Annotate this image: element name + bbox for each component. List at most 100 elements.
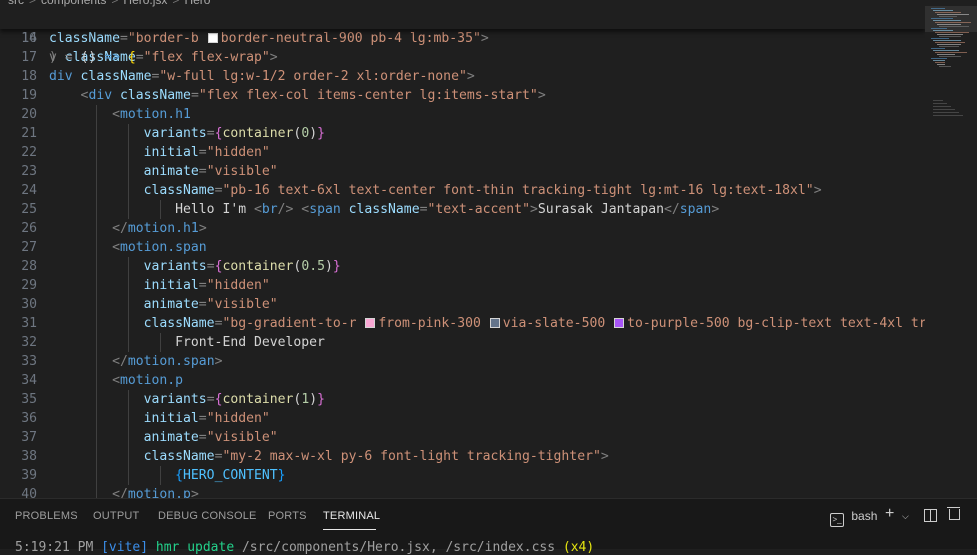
panel-tab-ports[interactable]: PORTS: [268, 510, 307, 522]
code-line[interactable]: 16 className="border-b border-neutral-900…: [0, 29, 925, 48]
shell-label: bash: [851, 509, 878, 523]
code-line[interactable]: 40 </motion.p>: [0, 485, 925, 498]
color-swatch-icon[interactable]: [489, 318, 500, 328]
minimap[interactable]: [925, 0, 977, 498]
code-editor[interactable]: 14 ) = () => { 16 className="border-b bor…: [0, 10, 925, 498]
code-line[interactable]: 24 className="pb-16 text-6xl text-center…: [0, 181, 925, 200]
minimap-line: [935, 12, 961, 13]
line-code: Front-End Developer: [49, 333, 325, 352]
sticky-scroll-header[interactable]: 14 ) = () => {: [0, 10, 925, 65]
breadcrumb-item[interactable]: components: [41, 0, 106, 7]
token-attr: className: [143, 449, 215, 464]
token-attr: initial: [143, 145, 199, 160]
code-line[interactable]: 35 variants={container(1)}: [0, 390, 925, 409]
minimap-line: [939, 46, 959, 47]
code-line[interactable]: 22 initial="hidden": [0, 143, 925, 162]
panel-tab-problems[interactable]: PROBLEMS: [15, 510, 78, 522]
code-line[interactable]: 38 className="my-2 max-w-xl py-6 font-li…: [0, 447, 925, 466]
token-attr: variants: [143, 392, 207, 407]
code-line[interactable]: 26 </motion.h1>: [0, 219, 925, 238]
code-line[interactable]: 39 {HERO_CONTENT}: [0, 466, 925, 485]
panel-tab-output[interactable]: OUTPUT: [93, 510, 139, 522]
minimap-line: [937, 44, 961, 45]
code-line[interactable]: 20 <motion.h1: [0, 105, 925, 124]
color-swatch-icon[interactable]: [207, 33, 218, 43]
code-line[interactable]: 32 Front-End Developer: [0, 333, 925, 352]
line-number: 20: [21, 107, 37, 122]
minimap-line: [937, 34, 963, 35]
token-str: "hidden": [206, 278, 270, 293]
terminal-output[interactable]: 5:19:21 PM [vite] hmr update /src/compon…: [15, 541, 594, 555]
code-line[interactable]: 28 variants={container(0.5)}: [0, 257, 925, 276]
breadcrumb-item[interactable]: src: [8, 0, 24, 7]
new-terminal-plus-icon[interactable]: +: [885, 505, 894, 523]
indent-guide: [128, 409, 129, 428]
minimap-line: [931, 38, 949, 39]
token-punct: </: [112, 354, 128, 369]
trash-icon[interactable]: [947, 507, 960, 523]
line-number: 38: [21, 449, 37, 464]
code-line[interactable]: 25 Hello I'm <br/> <span className="text…: [0, 200, 925, 219]
terminal-shell-selector[interactable]: >_ bash: [830, 509, 877, 527]
token-tag: motion.span: [119, 240, 207, 255]
token-func: container: [222, 259, 294, 274]
line-code: className="my-2 max-w-xl py-6 font-light…: [49, 447, 609, 466]
indent-guide: [96, 333, 98, 352]
line-code: Hello I'm <br/> <span className="text-ac…: [49, 200, 719, 219]
minimap-line: [937, 14, 969, 15]
code-line[interactable]: 34 <motion.p: [0, 371, 925, 390]
indent-guide: [159, 333, 161, 352]
token-tag: motion.span: [127, 354, 215, 369]
line-number: 30: [21, 297, 37, 312]
code-line[interactable]: 17 v className="flex flex-wrap">: [0, 48, 925, 67]
indent-guide: [96, 314, 98, 333]
chevron-down-icon[interactable]: ⌵: [902, 511, 909, 522]
indent-guide: [96, 390, 98, 409]
token-tag: div: [49, 69, 81, 84]
indent-guide: [128, 390, 129, 409]
breadcrumb-item[interactable]: Hero: [184, 0, 210, 7]
code-line[interactable]: 37 animate="visible": [0, 428, 925, 447]
token-str: "w-full lg:w-1/2 order-2 xl:order-none": [159, 69, 467, 84]
panel-tab-debug-console[interactable]: DEBUG CONSOLE: [158, 510, 257, 522]
token-attr: initial: [143, 278, 199, 293]
indent-guide: [96, 162, 98, 181]
token-punct: =: [198, 297, 207, 312]
code-line[interactable]: 31 className="bg-gradient-to-r from-pink…: [0, 314, 925, 333]
code-line[interactable]: 21 variants={container(0)}: [0, 124, 925, 143]
color-swatch-icon[interactable]: [365, 318, 376, 328]
code-line[interactable]: 18 div className="w-full lg:w-1/2 order-2…: [0, 67, 925, 86]
code-line[interactable]: 19 <div className="flex flex-col items-c…: [0, 86, 925, 105]
indent-guide: [96, 447, 98, 466]
code-line[interactable]: 36 initial="hidden": [0, 409, 925, 428]
panel-tab-terminal[interactable]: TERMINAL: [323, 510, 380, 522]
token-text: Surasak Jantapan: [537, 202, 664, 217]
token-text: Hello I'm: [175, 202, 254, 217]
token-tag: span: [309, 202, 349, 217]
code-line[interactable]: 30 animate="visible": [0, 295, 925, 314]
breadcrumb-item[interactable]: Hero.jsx: [123, 0, 167, 7]
code-line[interactable]: 27 <motion.span: [0, 238, 925, 257]
indent-guide: [96, 428, 98, 447]
code-line[interactable]: 29 initial="hidden": [0, 276, 925, 295]
token-brace: }: [317, 392, 325, 407]
line-code: variants={container(0)}: [49, 124, 325, 143]
code-line[interactable]: 33 </motion.span>: [0, 352, 925, 371]
token-punct: </: [663, 202, 680, 217]
minimap-line: [933, 106, 951, 107]
line-code: animate="visible": [49, 428, 278, 447]
line-code: variants={container(1)}: [49, 390, 325, 409]
token-str: to-purple-500 bg-clip-text text-4xl tra: [627, 316, 925, 331]
token-brace2: }: [277, 468, 286, 483]
sticky-code: ) = () => {: [49, 50, 136, 65]
code-line[interactable]: 23 animate="visible": [0, 162, 925, 181]
token-attr: className: [49, 31, 120, 46]
token-punct: =: [198, 430, 207, 445]
indent-guide: [128, 466, 129, 485]
token-attr: variants: [143, 126, 207, 141]
split-terminal-icon[interactable]: [924, 509, 937, 525]
token-func: container: [222, 392, 294, 407]
color-swatch-icon[interactable]: [614, 318, 625, 328]
line-code: </motion.h1>: [49, 219, 207, 238]
minimap-line: [933, 100, 943, 101]
